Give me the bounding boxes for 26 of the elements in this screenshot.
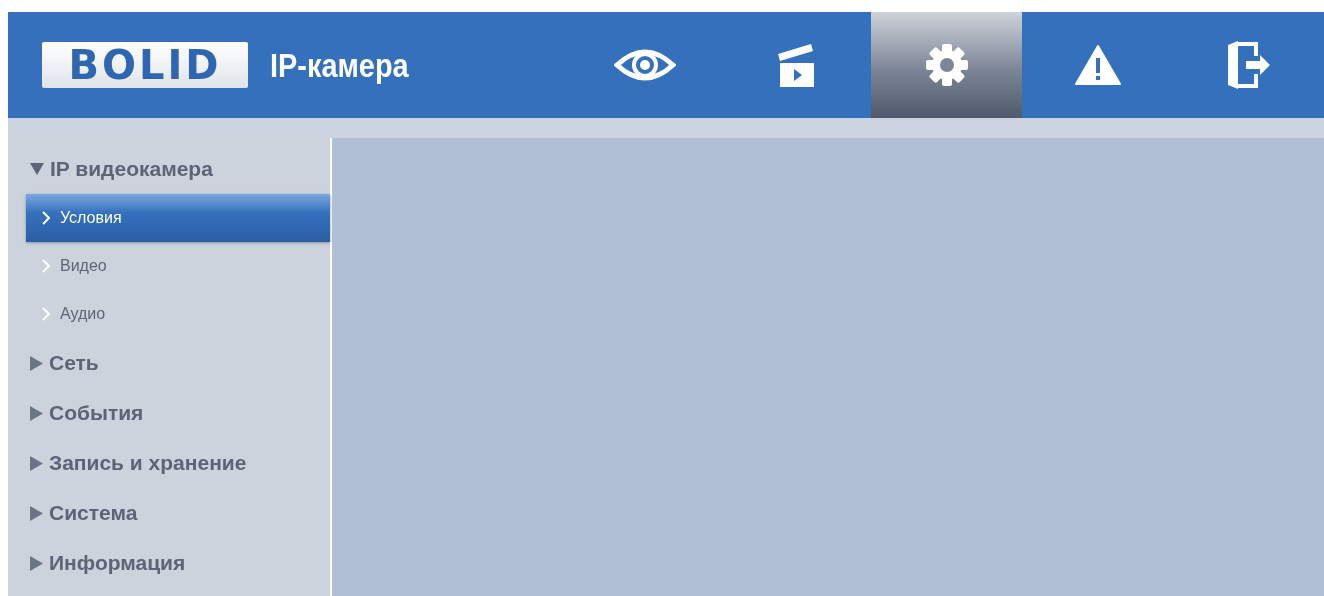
nav-tab[interactable] — [871, 12, 1022, 118]
menu-item[interactable]: Условия — [26, 194, 330, 242]
warning-icon — [1073, 44, 1122, 86]
menu-group[interactable]: IP видеокамера — [50, 157, 213, 181]
eye-icon — [613, 47, 676, 83]
collapsed-triangle-icon[interactable] — [30, 555, 43, 571]
menu-group[interactable]: Информация — [49, 551, 186, 575]
expanded-triangle-icon[interactable] — [30, 163, 44, 175]
app-title: IP-камера — [270, 45, 409, 85]
collapsed-triangle-icon[interactable] — [30, 355, 43, 371]
chevron-icon — [42, 307, 50, 321]
chevron-icon — [42, 259, 50, 273]
logo: BOLID — [42, 42, 248, 88]
collapsed-triangle-icon[interactable] — [30, 455, 43, 471]
gear-icon — [923, 42, 970, 88]
collapsed-triangle-icon[interactable] — [30, 405, 43, 421]
menu-group[interactable]: Система — [49, 501, 138, 525]
clapperboard-icon — [775, 42, 816, 88]
collapsed-triangle-icon[interactable] — [30, 505, 43, 521]
menu-group[interactable]: События — [49, 401, 144, 425]
menu-group[interactable]: Сеть — [49, 351, 99, 375]
chevron-icon — [42, 211, 50, 225]
menu-group[interactable]: Запись и хранение — [49, 451, 247, 475]
exit-door-icon — [1225, 41, 1272, 89]
menu-item[interactable]: Аудио — [26, 290, 330, 338]
menu-item[interactable]: Видео — [26, 242, 330, 290]
